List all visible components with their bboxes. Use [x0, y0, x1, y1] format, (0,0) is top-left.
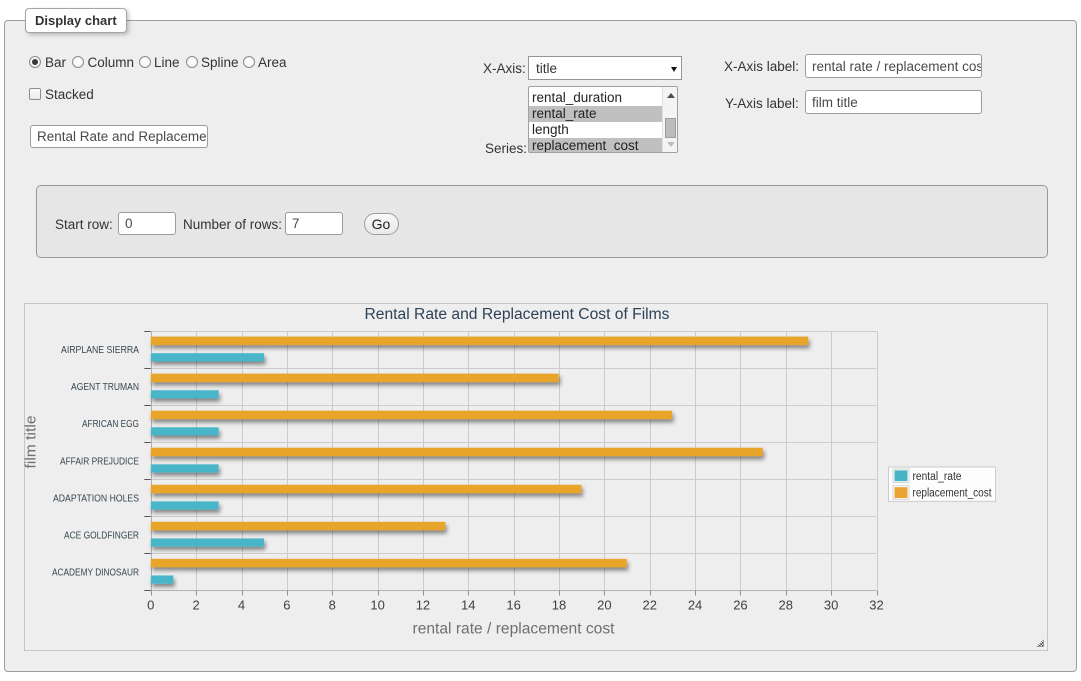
svg-text:28: 28 [779, 598, 793, 613]
svg-text:0: 0 [147, 598, 154, 613]
svg-text:ACADEMY DINOSAUR: ACADEMY DINOSAUR [52, 567, 139, 578]
svg-text:22: 22 [642, 598, 656, 613]
svg-text:14: 14 [461, 598, 475, 613]
svg-text:8: 8 [329, 598, 336, 613]
svg-text:Rental Rate and Replacement Co: Rental Rate and Replacement Cost of Film… [365, 306, 670, 323]
svg-text:AFRICAN EGG: AFRICAN EGG [82, 419, 139, 430]
svg-text:26: 26 [733, 598, 747, 613]
svg-text:rental rate / replacement cost: rental rate / replacement cost [413, 621, 616, 638]
svg-text:20: 20 [597, 598, 611, 613]
svg-text:2: 2 [193, 598, 200, 613]
svg-text:32: 32 [869, 598, 883, 613]
svg-text:16: 16 [506, 598, 520, 613]
svg-text:film title: film title [23, 416, 40, 469]
svg-text:18: 18 [552, 598, 566, 613]
svg-text:6: 6 [283, 598, 290, 613]
svg-text:ACE GOLDFINGER: ACE GOLDFINGER [64, 530, 139, 541]
svg-text:ADAPTATION HOLES: ADAPTATION HOLES [53, 493, 139, 504]
svg-text:24: 24 [688, 598, 702, 613]
svg-text:4: 4 [238, 598, 245, 613]
svg-text:replacement_cost: replacement_cost [913, 487, 993, 499]
svg-text:12: 12 [416, 598, 430, 613]
svg-text:AFFAIR PREJUDICE: AFFAIR PREJUDICE [60, 456, 139, 467]
svg-text:AGENT TRUMAN: AGENT TRUMAN [71, 382, 139, 393]
svg-text:10: 10 [370, 598, 384, 613]
svg-text:30: 30 [824, 598, 838, 613]
svg-text:AIRPLANE SIERRA: AIRPLANE SIERRA [61, 345, 139, 356]
svg-text:rental_rate: rental_rate [913, 471, 962, 483]
